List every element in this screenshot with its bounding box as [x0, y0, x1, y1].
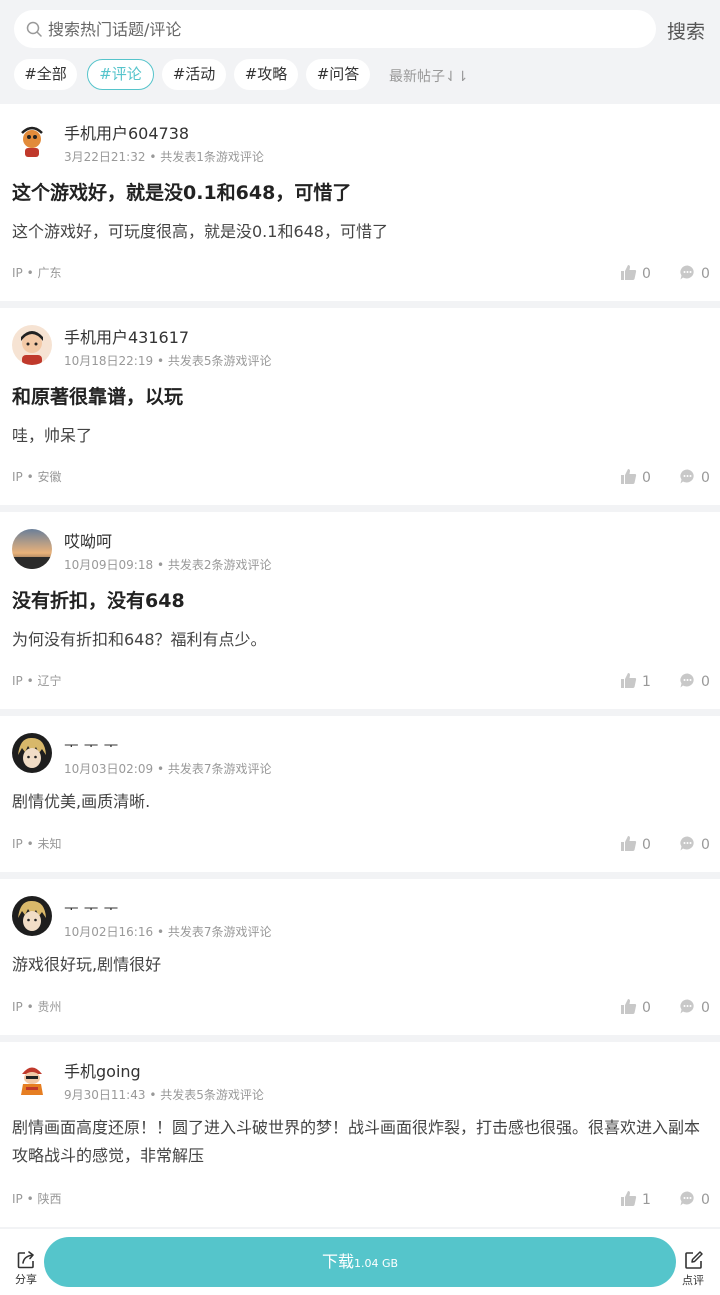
comment-button[interactable]: 0 — [679, 1190, 710, 1208]
thumbs-up-icon — [621, 999, 637, 1014]
comment-count: 0 — [701, 837, 710, 853]
like-count: 0 — [642, 470, 651, 486]
tag-guide[interactable]: #攻略 — [234, 59, 298, 90]
comment-icon — [680, 469, 694, 484]
post-card[interactable]: ᅮ ᅮ ᅮ 10月03日02:09 • 共发表7条游戏评论 剧情优美,画质清晰.… — [0, 716, 720, 872]
avatar[interactable] — [12, 121, 52, 161]
comment-icon — [680, 836, 694, 851]
post-card[interactable]: 手机用户604738 3月22日21:32 • 共发表1条游戏评论 这个游戏好，… — [0, 104, 720, 301]
post-card[interactable]: 手机going 9月30日11:43 • 共发表5条游戏评论 剧情画面高度还原！… — [0, 1042, 720, 1227]
share-icon — [17, 1251, 34, 1269]
comment-icon — [680, 673, 694, 688]
share-button[interactable]: 分享 — [8, 1250, 44, 1287]
comment-count: 0 — [701, 1000, 710, 1016]
review-button[interactable]: 点评 — [676, 1250, 710, 1288]
review-label: 点评 — [682, 1274, 704, 1287]
post-title: 没有折扣，没有648 — [12, 590, 185, 612]
avatar[interactable] — [12, 325, 52, 365]
avatar[interactable] — [12, 733, 52, 773]
edit-icon — [684, 1251, 703, 1269]
post-content: 为何没有折扣和648？福利有点少。 — [12, 630, 267, 649]
ip-location: IP • 辽宁 — [12, 674, 62, 688]
filter-tags: #全部 #评论 #活动 #攻略 #问答 最新帖子⇃⇂ — [14, 59, 706, 91]
post-content: 剧情优美,画质清晰. — [12, 792, 151, 811]
like-button[interactable]: 1 — [620, 1190, 651, 1208]
download-button[interactable]: 下载1.04 GB — [44, 1237, 676, 1287]
like-button[interactable]: 0 — [620, 835, 651, 853]
search-box[interactable] — [14, 10, 656, 48]
comment-button[interactable]: 0 — [679, 264, 710, 282]
top-bar: 搜索 #全部 #评论 #活动 #攻略 #问答 最新帖子⇃⇂ — [0, 0, 720, 103]
share-label: 分享 — [15, 1273, 37, 1286]
comment-count: 0 — [701, 470, 710, 486]
comment-count: 0 — [701, 674, 710, 690]
download-size: 1.04 GB — [353, 1257, 399, 1270]
avatar[interactable] — [12, 896, 52, 936]
post-meta: 10月09日09:18 • 共发表2条游戏评论 — [64, 558, 272, 572]
comment-count: 0 — [701, 266, 710, 282]
post-card[interactable]: 哎呦呵 10月09日09:18 • 共发表2条游戏评论 没有折扣，没有648 为… — [0, 512, 720, 709]
post-meta: 10月03日02:09 • 共发表7条游戏评论 — [64, 762, 272, 776]
comment-button[interactable]: 0 — [679, 672, 710, 690]
comment-button[interactable]: 0 — [679, 998, 710, 1016]
search-button[interactable]: 搜索 — [667, 17, 705, 44]
comment-count: 0 — [701, 1192, 710, 1208]
sort-toggle[interactable]: 最新帖子⇃⇂ — [389, 66, 468, 86]
post-card[interactable]: ᅮ ᅮ ᅮ 10月02日16:16 • 共发表7条游戏评论 游戏很好玩,剧情很好… — [0, 879, 720, 1035]
tag-activity[interactable]: #活动 — [162, 59, 226, 90]
bottom-bar: 分享 下载1.04 GB 点评 — [0, 1229, 720, 1295]
download-label: 下载 — [321, 1252, 354, 1271]
like-button[interactable]: 0 — [620, 998, 651, 1016]
post-meta: 9月30日11:43 • 共发表5条游戏评论 — [64, 1088, 264, 1102]
ip-location: IP • 未知 — [12, 837, 62, 851]
post-content: 游戏很好玩,剧情很好 — [12, 955, 162, 974]
like-count: 0 — [642, 266, 651, 282]
username[interactable]: 哎呦呵 — [64, 528, 112, 552]
like-button[interactable]: 0 — [620, 264, 651, 282]
ip-location: IP • 安徽 — [12, 470, 62, 484]
post-title: 这个游戏好，就是没0.1和648，可惜了 — [12, 182, 352, 204]
like-count: 1 — [642, 1192, 651, 1208]
thumbs-up-icon — [621, 1191, 637, 1206]
ip-location: IP • 陕西 — [12, 1192, 62, 1206]
tag-qa[interactable]: #问答 — [306, 59, 370, 90]
username[interactable]: 手机going — [64, 1058, 141, 1082]
post-title: 和原著很靠谱，以玩 — [12, 386, 184, 408]
post-content: 剧情画面高度还原！！圆了进入斗破世界的梦！战斗画面很炸裂，打击感也很强。很喜欢进… — [12, 1118, 701, 1165]
thumbs-up-icon — [621, 265, 637, 280]
comment-button[interactable]: 0 — [679, 468, 710, 486]
like-button[interactable]: 0 — [620, 468, 651, 486]
thumbs-up-icon — [621, 469, 637, 484]
like-count: 0 — [642, 1000, 651, 1016]
comment-icon — [680, 999, 694, 1014]
like-button[interactable]: 1 — [620, 672, 651, 690]
tag-all[interactable]: #全部 — [14, 59, 77, 90]
search-input[interactable] — [48, 10, 638, 48]
username[interactable]: 手机用户604738 — [64, 120, 189, 144]
ip-location: IP • 贵州 — [12, 1000, 62, 1014]
username[interactable]: ᅮ ᅮ ᅮ — [64, 732, 118, 756]
post-content: 这个游戏好，可玩度很高，就是没0.1和648，可惜了 — [12, 222, 388, 241]
ip-location: IP • 广东 — [12, 266, 62, 280]
post-meta: 10月02日16:16 • 共发表7条游戏评论 — [64, 925, 272, 939]
comment-button[interactable]: 0 — [679, 835, 710, 853]
username[interactable]: 手机用户431617 — [64, 324, 189, 348]
comment-icon — [680, 1191, 694, 1206]
like-count: 0 — [642, 837, 651, 853]
post-meta: 10月18日22:19 • 共发表5条游戏评论 — [64, 354, 272, 368]
post-content: 哇，帅呆了 — [12, 426, 93, 445]
search-icon — [26, 21, 42, 37]
comment-icon — [680, 265, 694, 280]
thumbs-up-icon — [621, 836, 637, 851]
thumbs-up-icon — [621, 673, 637, 688]
like-count: 1 — [642, 674, 651, 690]
tag-review[interactable]: #评论 — [87, 59, 154, 90]
post-card[interactable]: 手机用户431617 10月18日22:19 • 共发表5条游戏评论 和原著很靠… — [0, 308, 720, 505]
avatar[interactable] — [12, 529, 52, 569]
avatar[interactable] — [12, 1059, 52, 1099]
post-meta: 3月22日21:32 • 共发表1条游戏评论 — [64, 150, 264, 164]
username[interactable]: ᅮ ᅮ ᅮ — [64, 895, 118, 919]
